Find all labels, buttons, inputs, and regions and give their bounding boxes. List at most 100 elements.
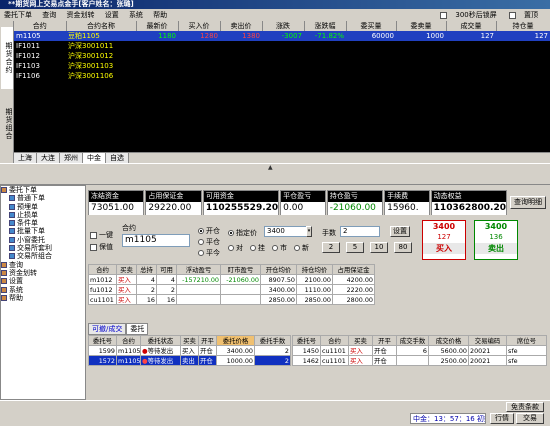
col-header[interactable]: 席位号 [506, 335, 547, 346]
col-header[interactable]: 买入价 [178, 21, 221, 31]
tree-item[interactable]: 交易所组合 [1, 252, 85, 260]
col-header[interactable]: 总持 [136, 264, 157, 275]
splitter[interactable]: ▲ [0, 163, 550, 185]
col-header[interactable]: 成交量 [446, 21, 497, 31]
col-header[interactable]: 委卖量 [396, 21, 447, 31]
tree-item[interactable]: 普通下单 [1, 194, 85, 202]
quote-row[interactable]: IF1103 沪深3001103 [14, 61, 550, 71]
quick-lot-button[interactable]: 5 [346, 242, 364, 253]
tab-cancelable[interactable]: 可撤/成交 [88, 323, 127, 335]
quote-toggle-button[interactable]: 行情 [490, 413, 514, 424]
col-header[interactable]: 委买量 [346, 21, 397, 31]
query-detail-button[interactable]: 查询明细 [510, 196, 546, 209]
quick-lot-button[interactable]: 2 [322, 242, 340, 253]
price-input[interactable]: 3400 [264, 226, 308, 237]
table-row[interactable]: m1012 买入 4 4 -157210.00 -21060.00 8907.50 2100.… [88, 274, 375, 285]
table-row[interactable]: 1462 cu1101 买入 开仓 2500.00 20021 sfe [292, 355, 547, 366]
yijian-checkbox[interactable] [90, 231, 97, 239]
close-today-radio[interactable]: 平今 [198, 248, 220, 258]
table-row[interactable]: cu1101 买入 16 16 2850.00 2850.00 2800.00 [88, 294, 375, 305]
col-header[interactable]: 持仓均价 [296, 264, 333, 275]
col-header[interactable]: 合约 [116, 335, 141, 346]
col-header[interactable]: 开平 [372, 335, 397, 346]
sub-option-radio[interactable]: 市 [272, 243, 287, 253]
tab-shanghai[interactable]: 上海 [14, 153, 37, 163]
menu-query[interactable]: 查询 [42, 11, 56, 19]
menu-settings[interactable]: 设置 [105, 11, 119, 19]
col-header[interactable]: 合约 [88, 264, 117, 275]
quote-row[interactable]: IF1011 沪深3001011 [14, 41, 550, 51]
col-header[interactable]: 成交价格 [428, 335, 469, 346]
col-header[interactable]: 委托价格 [216, 335, 255, 346]
col-header[interactable]: 委托号 [292, 335, 321, 346]
baozhi-option[interactable]: 保值 [90, 242, 113, 252]
col-header[interactable]: 合约 [14, 21, 67, 31]
table-row[interactable]: fu1012 买入 2 2 3400.00 1110.00 2220.00 [88, 284, 375, 295]
col-header[interactable]: 买卖 [180, 335, 199, 346]
tab-zhengzhou[interactable]: 郑州 [60, 153, 83, 163]
open-radio[interactable]: 开仓 [198, 226, 220, 236]
lots-input[interactable]: 2 [340, 226, 380, 237]
col-header[interactable]: 涨跌幅 [304, 21, 347, 31]
disclaimer-button[interactable]: 免责条款 [506, 402, 544, 412]
tree-item[interactable]: 批量下单 [1, 227, 85, 235]
table-row[interactable]: 1572 m1105 ●等待发出 卖出 开仓 1000.00 2 [88, 355, 291, 366]
col-header[interactable]: 委托手数 [254, 335, 291, 346]
quote-row[interactable]: IF1012 沪深3001012 [14, 51, 550, 61]
col-header[interactable]: 最新价 [136, 21, 179, 31]
col-header[interactable]: 浮动盈亏 [176, 264, 221, 275]
tree-item[interactable]: 设置 [1, 277, 85, 285]
collapse-arrow-icon[interactable]: ▲ [268, 164, 273, 171]
col-header[interactable]: 卖出价 [220, 21, 263, 31]
tree-item[interactable]: 帮助 [1, 294, 85, 302]
table-row[interactable]: 1450 cu1101 买入 开仓 6 5600.00 20021 sfe [292, 345, 547, 356]
sub-option-radio[interactable]: 新 [294, 243, 309, 253]
close-radio[interactable]: 平仓 [198, 237, 220, 247]
col-header[interactable]: 委托号 [88, 335, 117, 346]
col-header[interactable]: 开平 [198, 335, 217, 346]
quote-row[interactable]: IF1106 沪深3001106 [14, 71, 550, 81]
price-stepper[interactable]: ▾ [306, 226, 312, 237]
table-row[interactable]: 1599 m1105 ●等待发出 买入 开仓 3400.00 2 [88, 345, 291, 356]
menu-transfer[interactable]: 资金划转 [66, 11, 94, 19]
tree-item[interactable]: 止损单 [1, 211, 85, 219]
price-type-radio[interactable]: 指定价 [228, 228, 257, 238]
buy-button[interactable]: 3400 127 买入 [422, 220, 466, 260]
tree-item[interactable]: 小窗委托 [1, 236, 85, 244]
col-header[interactable]: 委托状态 [140, 335, 181, 346]
col-header[interactable]: 合约 [320, 335, 349, 346]
col-header[interactable]: 占用保证金 [332, 264, 375, 275]
col-header[interactable]: 合约名称 [66, 21, 137, 31]
menu-system[interactable]: 系统 [129, 11, 143, 19]
tab-custom[interactable]: 自选 [106, 153, 129, 163]
col-header[interactable]: 买卖 [348, 335, 373, 346]
quick-lot-button[interactable]: 80 [394, 242, 412, 253]
top-checkbox[interactable] [509, 11, 516, 19]
col-header[interactable]: 可用 [156, 264, 177, 275]
menu-order[interactable]: 委托下单 [4, 11, 32, 19]
tab-futures-contract[interactable]: 期货合约 [1, 27, 13, 89]
tab-orders[interactable]: 委托 [126, 323, 149, 335]
sub-option-radio[interactable]: 对 [228, 243, 243, 253]
tree-item[interactable]: 查询 [1, 261, 85, 269]
tab-cffex[interactable]: 中金 [83, 153, 106, 163]
col-header[interactable]: 买卖 [116, 264, 137, 275]
tab-dalian[interactable]: 大连 [37, 153, 60, 163]
quote-row[interactable]: m1105 豆粕1105 1180 1280 1380 -3007 -71.82… [14, 31, 550, 41]
col-header[interactable]: 持仓量 [496, 21, 550, 31]
trade-toggle-button[interactable]: 交易 [516, 413, 544, 424]
tab-futures-combo[interactable]: 期货组合 [1, 93, 13, 155]
sub-option-radio[interactable]: 挂 [250, 243, 265, 253]
col-header[interactable]: 成交手数 [396, 335, 429, 346]
tree-item[interactable]: 预埋单 [1, 203, 85, 211]
yijian-option[interactable]: 一键 [90, 230, 113, 240]
baozhi-checkbox[interactable] [90, 243, 97, 251]
col-header[interactable]: 交易编码 [468, 335, 507, 346]
col-header[interactable]: 开仓均价 [260, 264, 297, 275]
col-header[interactable]: 盯市盈亏 [220, 264, 261, 275]
contract-input[interactable]: m1105 [122, 234, 190, 247]
tree-item[interactable]: 系统 [1, 286, 85, 294]
sell-button[interactable]: 3400 136 卖出 [474, 220, 518, 260]
quick-lot-button[interactable]: 10 [370, 242, 388, 253]
lock-checkbox[interactable] [440, 11, 448, 19]
